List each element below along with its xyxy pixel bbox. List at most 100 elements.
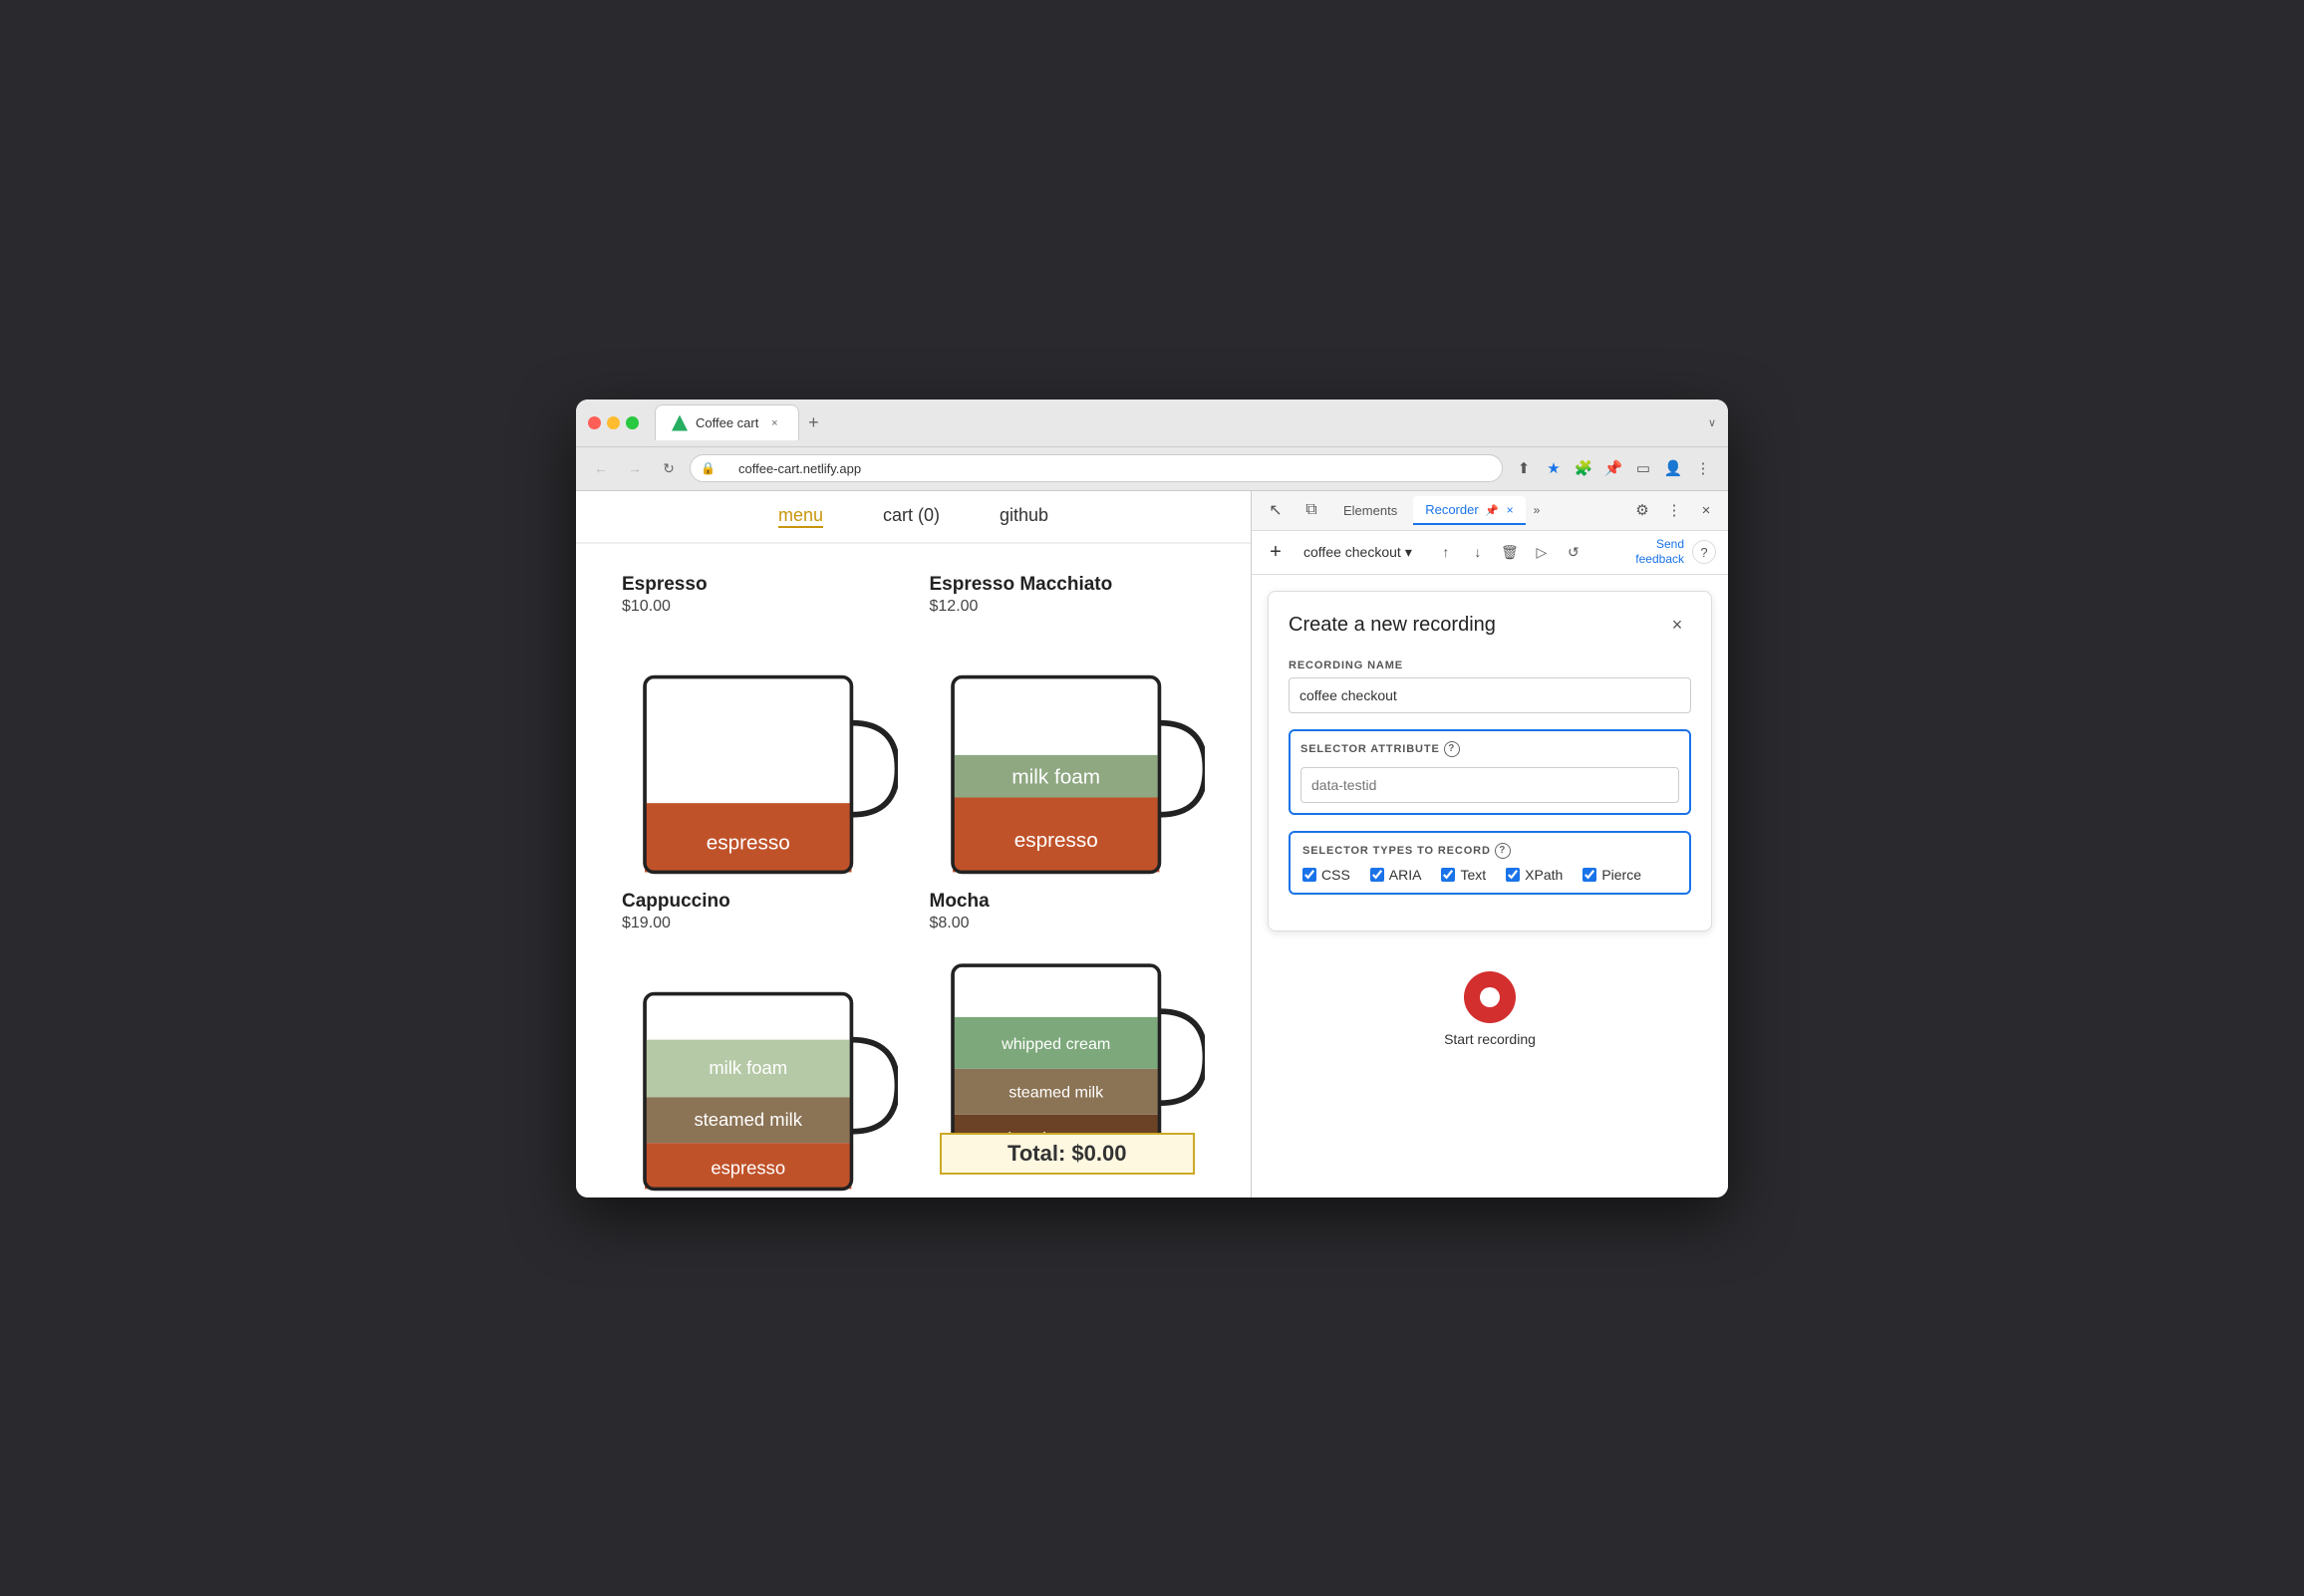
tab-bar: Coffee cart × + [655, 404, 1700, 440]
checkbox-aria[interactable]: ARIA [1370, 867, 1422, 883]
list-item[interactable]: Espresso $10.00 espresso [606, 564, 914, 882]
refresh-button[interactable]: ↻ [656, 455, 682, 481]
svg-text:milk foam: milk foam [1011, 765, 1100, 788]
list-item[interactable]: Espresso Macchiato $12.00 espresso milk … [914, 564, 1222, 882]
total-overlay: Total: $0.00 [940, 1133, 1196, 1175]
tab-recorder[interactable]: Recorder 📌 × [1413, 496, 1525, 525]
espresso-macchiato-mug-image: espresso milk foam [930, 626, 1206, 924]
browser-tab[interactable]: Coffee cart × [655, 404, 799, 440]
products-grid: Espresso $10.00 espresso [576, 544, 1251, 1197]
checkbox-css[interactable]: CSS [1302, 867, 1350, 883]
create-recording-dialog: Create a new recording × RECORDING NAME … [1268, 591, 1712, 931]
address-bar-input[interactable]: 🔒 coffee-cart.netlify.app [690, 454, 1503, 482]
selector-types-help-icon[interactable]: ? [1495, 843, 1511, 859]
selector-attribute-input[interactable] [1300, 767, 1679, 803]
forward-button[interactable]: → [622, 455, 648, 481]
devtools-settings-area: ⚙ ⋮ × [1628, 496, 1720, 524]
product-price: $12.00 [930, 598, 1206, 616]
cart-nav-link[interactable]: cart (0) [883, 505, 940, 528]
selector-types-checkboxes: CSS ARIA Text XPath [1302, 867, 1677, 883]
tab-close-button[interactable]: × [766, 415, 782, 431]
selector-attribute-group: SELECTOR ATTRIBUTE ? [1289, 729, 1691, 815]
devtools-panel: ↖ ⧉ Elements Recorder 📌 × » ⚙ ⋮ × + [1252, 491, 1728, 1197]
minimize-window-button[interactable] [607, 416, 620, 429]
send-feedback-link[interactable]: Sendfeedback [1635, 537, 1684, 568]
checkbox-css-input[interactable] [1302, 868, 1316, 882]
product-name: Mocha [930, 891, 1206, 913]
checkbox-xpath-input[interactable] [1506, 868, 1520, 882]
bookmark-icon[interactable]: ★ [1541, 455, 1567, 481]
devtools-close-button[interactable]: × [1692, 496, 1720, 524]
checkbox-xpath[interactable]: XPath [1506, 867, 1563, 883]
list-item[interactable]: Mocha $8.00 chocolate syrup steamed milk [914, 881, 1222, 1197]
toolbar-icons: ⬆ ★ 🧩 📌 ▭ 👤 ⋮ [1511, 455, 1716, 481]
close-window-button[interactable] [588, 416, 601, 429]
dialog-close-button[interactable]: × [1663, 612, 1691, 640]
product-name: Espresso [622, 574, 898, 596]
svg-text:espresso: espresso [711, 1158, 785, 1179]
play-recording-button[interactable]: ▷ [1528, 538, 1556, 566]
recording-selector[interactable]: coffee checkout ▾ [1296, 540, 1420, 565]
svg-text:steamed milk: steamed milk [1008, 1084, 1104, 1102]
back-button[interactable]: ← [588, 455, 614, 481]
selector-types-label: SELECTOR TYPES TO RECORD ? [1302, 843, 1677, 859]
selector-types-group: SELECTOR TYPES TO RECORD ? CSS ARIA [1289, 831, 1691, 895]
download-recording-button[interactable]: ↓ [1464, 538, 1492, 566]
extensions-icon[interactable]: 🧩 [1571, 455, 1596, 481]
svg-text:espresso: espresso [707, 831, 790, 854]
tab-elements[interactable]: Elements [1331, 497, 1409, 524]
product-price: $10.00 [622, 598, 898, 616]
replay-recording-button[interactable]: ↺ [1560, 538, 1587, 566]
product-price: $8.00 [930, 915, 1206, 932]
checkbox-pierce[interactable]: Pierce [1583, 867, 1641, 883]
recording-name-input[interactable] [1289, 677, 1691, 713]
site-navigation: menu cart (0) github [576, 491, 1251, 544]
devtools-device-tool[interactable]: ⧉ [1296, 494, 1327, 526]
devtools-select-tool[interactable]: ↖ [1260, 494, 1292, 526]
delete-recording-button[interactable]: 🗑 [1496, 538, 1524, 566]
svg-text:milk foam: milk foam [709, 1058, 787, 1079]
checkbox-text[interactable]: Text [1441, 867, 1486, 883]
checkbox-text-input[interactable] [1441, 868, 1455, 882]
pin-icon[interactable]: 📌 [1600, 455, 1626, 481]
svg-text:espresso: espresso [1013, 829, 1097, 852]
traffic-lights [588, 416, 639, 429]
list-item[interactable]: Cappuccino $19.00 espresso steamed milk [606, 881, 914, 1197]
devtools-settings-icon[interactable]: ⚙ [1628, 496, 1656, 524]
recording-name-text: coffee checkout [1303, 544, 1401, 560]
main-content: menu cart (0) github Espresso $10.00 [576, 491, 1728, 1197]
address-bar: ← → ↻ 🔒 coffee-cart.netlify.app ⬆ ★ 🧩 📌 … [576, 447, 1728, 491]
svg-text:steamed milk: steamed milk [694, 1109, 802, 1130]
devtools-more-tabs-icon[interactable]: » [1530, 499, 1545, 521]
checkbox-aria-input[interactable] [1370, 868, 1384, 882]
start-recording-button[interactable] [1464, 971, 1516, 1023]
menu-icon[interactable]: ⋮ [1690, 455, 1716, 481]
checkbox-pierce-input[interactable] [1583, 868, 1596, 882]
product-name: Cappuccino [622, 891, 898, 913]
product-name: Espresso Macchiato [930, 574, 1206, 596]
start-recording-label: Start recording [1444, 1031, 1536, 1047]
menu-nav-link[interactable]: menu [778, 505, 823, 528]
new-tab-button[interactable]: + [799, 408, 827, 436]
profile-icon[interactable]: 👤 [1660, 455, 1686, 481]
devtools-menu-icon[interactable]: ⋮ [1660, 496, 1688, 524]
github-nav-link[interactable]: github [1000, 505, 1048, 528]
sidebar-icon[interactable]: ▭ [1630, 455, 1656, 481]
maximize-window-button[interactable] [626, 416, 639, 429]
help-button[interactable]: ? [1692, 540, 1716, 564]
add-recording-button[interactable]: + [1264, 540, 1288, 564]
dialog-header: Create a new recording × [1289, 612, 1691, 640]
recorder-actions: ↑ ↓ 🗑 ▷ ↺ [1432, 538, 1587, 566]
tab-title: Coffee cart [696, 415, 758, 430]
title-bar: Coffee cart × + ∨ [576, 399, 1728, 447]
recorder-tab-close-icon[interactable]: × [1507, 503, 1514, 517]
selector-attribute-help-icon[interactable]: ? [1444, 741, 1460, 757]
cappuccino-mug-image: espresso steamed milk milk foam [622, 942, 898, 1197]
url-text: coffee-cart.netlify.app [738, 461, 861, 476]
product-price: $19.00 [622, 915, 898, 932]
record-inner-circle [1480, 987, 1500, 1007]
upload-recording-button[interactable]: ↑ [1432, 538, 1460, 566]
selector-attribute-label: SELECTOR ATTRIBUTE ? [1300, 741, 1679, 757]
share-icon[interactable]: ⬆ [1511, 455, 1537, 481]
recorder-toolbar: + coffee checkout ▾ ↑ ↓ 🗑 ▷ ↺ Sendfeedba… [1252, 531, 1728, 575]
